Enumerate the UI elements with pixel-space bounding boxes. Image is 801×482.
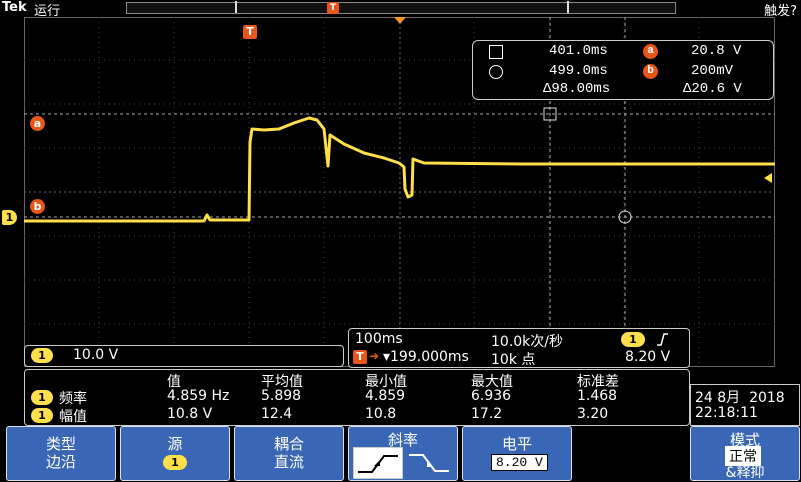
timebase: 100ms [355, 331, 403, 347]
row1-value: 4.859 Hz [167, 388, 230, 404]
falling-slope-icon [409, 454, 449, 472]
menu-coupling-button[interactable]: 耦合 直流 [234, 426, 344, 481]
menu-mode-value2: &释抑 [725, 465, 765, 481]
date: 24 8月 2018 [695, 390, 785, 406]
row1-max: 6.936 [471, 388, 512, 404]
cursor-readout-panel: 401.0ms a 20.8 V 499.0ms b 200mV Δ98.00m… [472, 40, 774, 100]
horizontal-info-panel[interactable]: 100ms 10.0k次/秒 1 T ➜ ▾199.000ms 10k 点 8.… [348, 328, 690, 368]
row1-name: 频率 [59, 391, 87, 407]
ch1-ground-marker[interactable]: 1 [2, 210, 17, 225]
row1-mean: 5.898 [261, 388, 302, 404]
square-cursor-icon [489, 45, 503, 59]
status-bar: Tek 运行 T 触发? [0, 0, 801, 19]
record-view-window [235, 1, 569, 13]
row2-stddev: 3.20 [577, 406, 609, 422]
cursor1-time: 401.0ms [549, 43, 608, 59]
menu-type-value: 边沿 [45, 453, 76, 471]
menu-level-value: 8.20 V [491, 454, 548, 471]
trigger-time-marker [394, 17, 406, 24]
row1-min: 4.859 [365, 388, 406, 404]
trigger-level-marker[interactable] [764, 173, 772, 183]
datetime-panel: 24 8月 2018 22:18:11 [690, 384, 800, 426]
trigger-T-small-icon: T [353, 350, 367, 364]
menu-level-button[interactable]: 电平 8.20 V [462, 426, 572, 481]
menu-source-button[interactable]: 源 1 [120, 426, 230, 481]
brand-logo: Tek [2, 0, 27, 15]
rising-slope-option[interactable] [353, 447, 403, 479]
menu-type-button[interactable]: 类型 边沿 [6, 426, 116, 481]
rising-edge-icon [657, 333, 668, 346]
ch1-scale: 10.0 V [73, 347, 119, 363]
measurement-table: 值 平均值 最小值 最大值 标准差 1 频率 4.859 Hz 5.898 4.… [24, 369, 690, 426]
ref-b-icon: b [643, 64, 658, 79]
cursor1-value: 20.8 V [691, 43, 742, 59]
menu-source-badge: 1 [163, 455, 187, 470]
delta-time: Δ98.00ms [543, 81, 611, 97]
cursor2-value: 200mV [691, 63, 734, 79]
trigger-source-badge: 1 [621, 332, 645, 347]
ref-a-marker[interactable]: a [30, 116, 45, 131]
circle-cursor-icon [489, 65, 503, 79]
menu-source-title: 源 [167, 435, 183, 453]
trigger-level: 8.20 V [625, 349, 671, 365]
row1-stddev: 1.468 [577, 388, 618, 404]
menu-level-title: 电平 [501, 435, 532, 453]
row2-max: 17.2 [471, 406, 503, 422]
menu-slope-button[interactable]: 斜率 [348, 426, 458, 481]
trigger-T-icon: T [243, 25, 257, 39]
sample-rate: 10.0k次/秒 [491, 334, 563, 350]
menu-mode-button[interactable]: 模式 正常 &释抑 [690, 426, 800, 481]
record-length: 10k 点 [491, 352, 536, 368]
row2-mean: 12.4 [261, 406, 293, 422]
rising-slope-icon [358, 455, 398, 473]
cursor2-time: 499.0ms [549, 63, 608, 79]
ch1-scale-panel[interactable]: 1 10.0 V [24, 345, 344, 367]
row2-ch-badge: 1 [31, 408, 53, 423]
ref-b-marker[interactable]: b [30, 199, 45, 214]
row1-ch-badge: 1 [31, 390, 53, 405]
ch1-badge: 1 [31, 348, 53, 363]
row2-value: 10.8 V [167, 406, 213, 422]
falling-slope-option[interactable] [405, 447, 453, 477]
trigger-position-marker: T [327, 2, 339, 14]
row2-min: 10.8 [365, 406, 397, 422]
row2-name: 幅值 [59, 409, 87, 425]
delta-value: Δ20.6 V [683, 81, 742, 97]
trigger-position: ▾199.000ms [383, 349, 469, 365]
ref-a-icon: a [643, 44, 658, 59]
time: 22:18:11 [695, 405, 758, 421]
menu-coupling-value: 直流 [273, 453, 304, 471]
